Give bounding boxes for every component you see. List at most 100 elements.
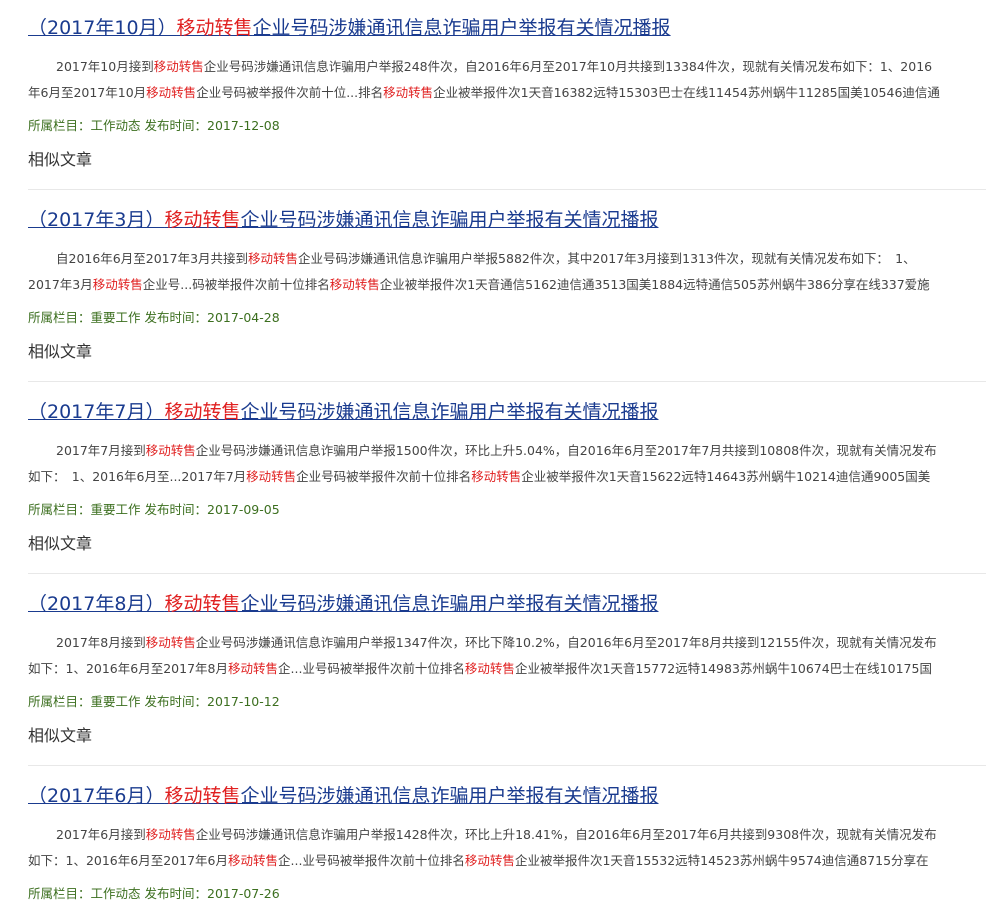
highlight-keyword: 移动转售 <box>164 401 241 423</box>
article-summary: 2017年8月接到移动转售企业号码涉嫌通讯信息诈骗用户举报1347件次，环比下降… <box>28 630 986 682</box>
summary-line: 2017年6月接到移动转售企业号码涉嫌通讯信息诈骗用户举报1428件次，环比上升… <box>28 822 986 848</box>
summary-line: 如下：1、2016年6月至2017年6月移动转售企...业号码被举报件次前十位排… <box>28 848 986 874</box>
text-segment: 企业号码涉嫌通讯信息诈骗用户举报1500件次，环比上升5.04%，自2016年6… <box>195 443 937 458</box>
highlight-keyword: 移动转售 <box>164 785 241 807</box>
date-value: 2017-07-26 <box>207 886 280 901</box>
highlight-keyword: 移动转售 <box>92 277 143 292</box>
article-summary: 自2016年6月至2017年3月共接到移动转售企业号码涉嫌通讯信息诈骗用户举报5… <box>28 246 986 298</box>
date-label: 发布时间： <box>144 502 208 517</box>
summary-line: 年6月至2017年10月移动转售企业号码被举报件次前十位...排名移动转售企业被… <box>28 80 986 106</box>
text-segment: 企业被举报件次1天音15772远特14983苏州蜗牛10674巴士在线10175… <box>514 661 932 676</box>
category-label: 所属栏目： <box>28 118 91 133</box>
text-segment: 如下：1、2016年6月至2017年6月 <box>28 853 228 868</box>
category-value: 重要工作 <box>90 310 141 325</box>
highlight-keyword: 移动转售 <box>471 469 522 484</box>
text-segment: 企业号码被举报件次前十位...排名 <box>196 85 384 100</box>
category-label: 所属栏目： <box>28 502 91 517</box>
article-title-link[interactable]: （2017年7月）移动转售企业号码涉嫌通讯信息诈骗用户举报有关情况播报 <box>28 397 658 427</box>
text-segment: 2017年7月接到 <box>56 443 146 458</box>
date-label: 发布时间： <box>144 886 208 901</box>
text-segment: 企业号码涉嫌通讯信息诈骗用户举报1347件次，环比下降10.2%，自2016年6… <box>195 635 937 650</box>
text-segment: 企业号码涉嫌通讯信息诈骗用户举报有关情况播报 <box>240 209 659 231</box>
text-segment: （2017年10月） <box>28 17 177 39</box>
category-value: 重要工作 <box>90 502 141 517</box>
highlight-keyword: 移动转售 <box>383 85 434 100</box>
similar-articles-link[interactable]: 相似文章 <box>28 340 92 364</box>
article-title-link[interactable]: （2017年3月）移动转售企业号码涉嫌通讯信息诈骗用户举报有关情况播报 <box>28 205 658 235</box>
article-title-link[interactable]: （2017年8月）移动转售企业号码涉嫌通讯信息诈骗用户举报有关情况播报 <box>28 589 658 619</box>
highlight-keyword: 移动转售 <box>329 277 380 292</box>
text-segment: 年6月至2017年10月 <box>28 85 147 100</box>
text-segment: （2017年8月） <box>28 593 165 615</box>
similar-articles-link[interactable]: 相似文章 <box>28 724 92 748</box>
article-title-link[interactable]: （2017年6月）移动转售企业号码涉嫌通讯信息诈骗用户举报有关情况播报 <box>28 781 658 811</box>
text-segment: 企...业号码被举报件次前十位排名 <box>278 853 465 868</box>
article-summary: 2017年6月接到移动转售企业号码涉嫌通讯信息诈骗用户举报1428件次，环比上升… <box>28 822 986 874</box>
category-label: 所属栏目： <box>28 310 91 325</box>
text-segment: 企业被举报件次1天音16382远特15303巴士在线11454苏州蜗牛11285… <box>433 85 940 100</box>
text-segment: 2017年8月接到 <box>56 635 146 650</box>
article-meta: 所属栏目：重要工作 发布时间：2017-10-12 <box>28 692 280 712</box>
text-segment: 企业被举报件次1天音通信5162迪信通3513国美1884远特通信505苏州蜗牛… <box>379 277 930 292</box>
category-value: 工作动态 <box>90 118 141 133</box>
highlight-keyword: 移动转售 <box>164 209 241 231</box>
search-result-item: （2017年6月）移动转售企业号码涉嫌通讯信息诈骗用户举报有关情况播报 2017年… <box>28 781 986 901</box>
text-segment: 自2016年6月至2017年3月共接到 <box>56 251 249 266</box>
search-result-item: （2017年7月）移动转售企业号码涉嫌通讯信息诈骗用户举报有关情况播报 2017年… <box>28 397 986 574</box>
date-label: 发布时间： <box>144 118 208 133</box>
text-segment: 企业号码涉嫌通讯信息诈骗用户举报有关情况播报 <box>240 785 659 807</box>
text-segment: 企业号码涉嫌通讯信息诈骗用户举报1428件次，环比上升18.41%，自2016年… <box>195 827 937 842</box>
text-segment: 企业被举报件次1天音15532远特14523苏州蜗牛9574迪信通8715分享在 <box>514 853 929 868</box>
search-result-list: （2017年10月）移动转售企业号码涉嫌通讯信息诈骗用户举报有关情况播报 2017… <box>0 0 1000 910</box>
category-value: 重要工作 <box>90 694 141 709</box>
text-segment: 企业被举报件次1天音15622远特14643苏州蜗牛10214迪信通9005国美 <box>521 469 931 484</box>
highlight-keyword: 移动转售 <box>145 443 196 458</box>
summary-line: 2017年7月接到移动转售企业号码涉嫌通讯信息诈骗用户举报1500件次，环比上升… <box>28 438 986 464</box>
article-meta: 所属栏目：重要工作 发布时间：2017-04-28 <box>28 308 280 328</box>
summary-line: 2017年3月移动转售企业号...码被举报件次前十位排名移动转售企业被举报件次1… <box>28 272 986 298</box>
text-segment: 企业号...码被举报件次前十位排名 <box>142 277 330 292</box>
article-meta: 所属栏目：工作动态 发布时间：2017-07-26 <box>28 884 280 904</box>
text-segment: 2017年6月接到 <box>56 827 146 842</box>
highlight-keyword: 移动转售 <box>145 635 196 650</box>
similar-articles-link[interactable]: 相似文章 <box>28 532 92 556</box>
text-segment: 企业号码被举报件次前十位排名 <box>296 469 472 484</box>
date-value: 2017-12-08 <box>207 118 280 133</box>
category-value: 工作动态 <box>90 886 141 901</box>
highlight-keyword: 移动转售 <box>164 593 241 615</box>
summary-line: 如下： 1、2016年6月至...2017年7月移动转售企业号码被举报件次前十位… <box>28 464 986 490</box>
text-segment: 企业号码涉嫌通讯信息诈骗用户举报有关情况播报 <box>240 593 659 615</box>
category-label: 所属栏目： <box>28 694 91 709</box>
text-segment: 如下： 1、2016年6月至...2017年7月 <box>28 469 247 484</box>
article-meta: 所属栏目：重要工作 发布时间：2017-09-05 <box>28 500 280 520</box>
summary-line: 2017年10月接到移动转售企业号码涉嫌通讯信息诈骗用户举报248件次，自201… <box>28 54 986 80</box>
summary-line: 2017年8月接到移动转售企业号码涉嫌通讯信息诈骗用户举报1347件次，环比下降… <box>28 630 986 656</box>
article-summary: 2017年10月接到移动转售企业号码涉嫌通讯信息诈骗用户举报248件次，自201… <box>28 54 986 106</box>
date-label: 发布时间： <box>144 310 208 325</box>
article-summary: 2017年7月接到移动转售企业号码涉嫌通讯信息诈骗用户举报1500件次，环比上升… <box>28 438 986 490</box>
text-segment: 企业号码涉嫌通讯信息诈骗用户举报有关情况播报 <box>240 401 659 423</box>
date-value: 2017-04-28 <box>207 310 280 325</box>
text-segment: （2017年6月） <box>28 785 165 807</box>
article-meta: 所属栏目：工作动态 发布时间：2017-12-08 <box>28 116 280 136</box>
summary-line: 如下：1、2016年6月至2017年8月移动转售企...业号码被举报件次前十位排… <box>28 656 986 682</box>
text-segment: 企业号码涉嫌通讯信息诈骗用户举报248件次，自2016年6月至2017年10月共… <box>203 59 933 74</box>
category-label: 所属栏目： <box>28 886 91 901</box>
search-result-item: （2017年8月）移动转售企业号码涉嫌通讯信息诈骗用户举报有关情况播报 2017年… <box>28 589 986 766</box>
highlight-keyword: 移动转售 <box>464 661 515 676</box>
text-segment: 企业号码涉嫌通讯信息诈骗用户举报有关情况播报 <box>252 17 671 39</box>
text-segment: （2017年7月） <box>28 401 165 423</box>
text-segment: 2017年10月接到 <box>56 59 154 74</box>
similar-articles-link[interactable]: 相似文章 <box>28 148 92 172</box>
text-segment: （2017年3月） <box>28 209 165 231</box>
summary-line: 自2016年6月至2017年3月共接到移动转售企业号码涉嫌通讯信息诈骗用户举报5… <box>28 246 986 272</box>
highlight-keyword: 移动转售 <box>227 661 278 676</box>
highlight-keyword: 移动转售 <box>248 251 299 266</box>
text-segment: 企...业号码被举报件次前十位排名 <box>278 661 465 676</box>
article-title-link[interactable]: （2017年10月）移动转售企业号码涉嫌通讯信息诈骗用户举报有关情况播报 <box>28 13 671 43</box>
highlight-keyword: 移动转售 <box>246 469 297 484</box>
highlight-keyword: 移动转售 <box>153 59 204 74</box>
highlight-keyword: 移动转售 <box>146 85 197 100</box>
text-segment: 如下：1、2016年6月至2017年8月 <box>28 661 228 676</box>
search-result-item: （2017年3月）移动转售企业号码涉嫌通讯信息诈骗用户举报有关情况播报 自2016… <box>28 205 986 382</box>
